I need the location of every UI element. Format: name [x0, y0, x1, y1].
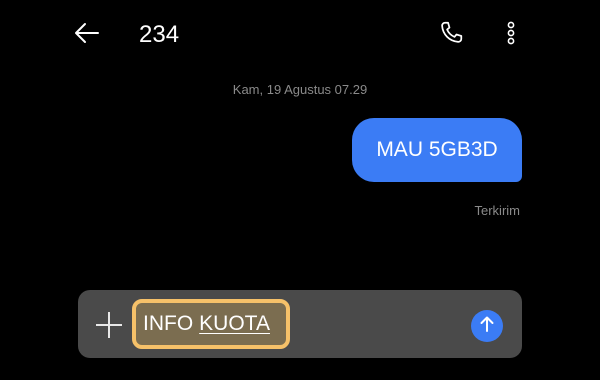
contact-title: 234	[139, 21, 180, 48]
top-app-bar: 234	[0, 0, 600, 70]
call-button[interactable]	[434, 18, 468, 52]
arrow-left-icon	[74, 22, 100, 49]
add-attachment-button[interactable]	[96, 312, 122, 338]
back-button[interactable]	[70, 18, 104, 52]
more-options-button[interactable]	[496, 18, 526, 52]
outgoing-message-bubble[interactable]: MAU 5GB3D	[352, 118, 522, 182]
send-button[interactable]	[471, 310, 503, 342]
message-input-text-part1: INFO	[143, 312, 194, 335]
message-input[interactable]: INFO KUOTA	[132, 299, 290, 349]
message-composer: INFO KUOTA	[78, 290, 522, 358]
message-status: Terkirim	[474, 203, 521, 218]
conversation-date-stamp: Kam, 19 Agustus 07.29	[232, 82, 368, 97]
more-vertical-icon	[506, 21, 516, 50]
message-thread-screen: 234 Kam, 19 Agustus 07.29 MAU 5GB3D Terk…	[0, 0, 600, 380]
arrow-up-icon	[478, 315, 496, 338]
phone-icon	[438, 20, 464, 51]
message-input-text-part2: KUOTA	[199, 312, 270, 335]
